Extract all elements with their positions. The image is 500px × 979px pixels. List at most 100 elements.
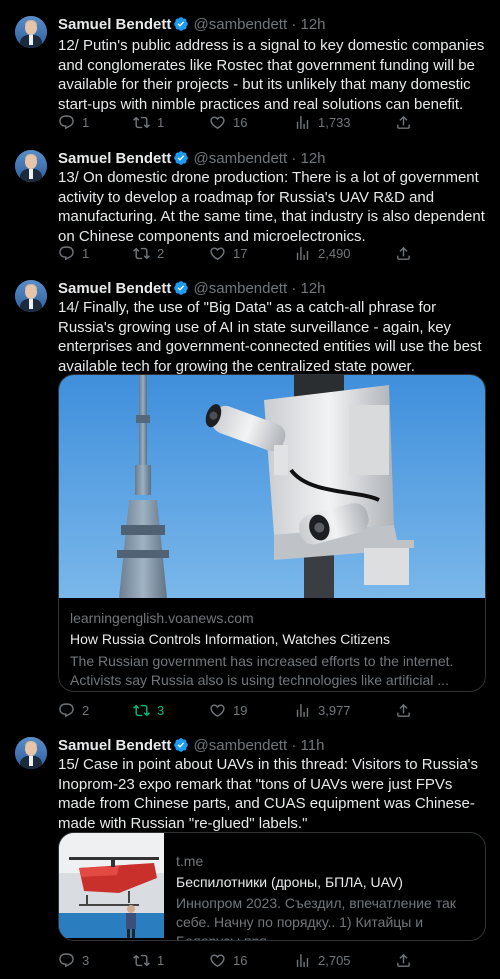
retweet-icon <box>133 245 150 262</box>
tweet-text: 15/ Case in point about UAVs in this thr… <box>58 756 479 832</box>
like-icon <box>209 702 226 719</box>
reply-button[interactable]: 3 <box>58 950 89 970</box>
retweet-count: 2 <box>157 245 165 261</box>
dot-separator: · <box>287 150 301 167</box>
retweet-button[interactable]: 1 <box>133 950 164 970</box>
card-image <box>59 833 164 938</box>
share-button[interactable] <box>395 243 412 263</box>
author-name[interactable]: Samuel Bendett <box>58 280 171 297</box>
verified-icon <box>173 150 189 166</box>
views-icon <box>294 114 311 131</box>
retweet-count: 3 <box>157 702 165 718</box>
tweet-header: Samuel Bendett @sambendett · 11h <box>58 736 324 756</box>
views-count: 1,733 <box>318 114 351 130</box>
avatar[interactable] <box>15 737 47 769</box>
verified-icon <box>173 737 189 753</box>
tweet-header: Samuel Bendett @sambendett · 12h <box>58 15 326 35</box>
card-description: The Russian government has increased eff… <box>70 653 454 688</box>
views-count: 2,705 <box>318 952 351 968</box>
like-button[interactable]: 19 <box>209 700 247 720</box>
author-name[interactable]: Samuel Bendett <box>58 150 171 167</box>
tweet-time[interactable]: 12h <box>301 150 326 167</box>
views-button[interactable]: 2,490 <box>294 243 351 263</box>
link-card[interactable]: t.me Беспилотники (дроны, БПЛА, UAV) Инн… <box>58 832 486 941</box>
reply-icon <box>58 114 75 131</box>
views-button[interactable]: 2,705 <box>294 950 351 970</box>
tweet-text: 13/ On domestic drone production: There … <box>58 169 485 245</box>
share-icon <box>395 114 412 131</box>
like-count: 17 <box>233 245 248 261</box>
reply-icon <box>58 702 75 719</box>
reply-icon <box>58 952 75 969</box>
reply-button[interactable]: 1 <box>58 112 89 132</box>
tweet-text: 12/ Putin's public address is a signal t… <box>58 37 485 113</box>
tweet-actions: 1 2 17 2,490 <box>58 243 418 263</box>
share-icon <box>395 245 412 262</box>
card-domain: learningenglish.voanews.com <box>70 610 254 626</box>
like-button[interactable]: 16 <box>209 112 247 132</box>
tweet-time[interactable]: 11h <box>301 737 325 754</box>
tweet-header: Samuel Bendett @sambendett · 12h <box>58 149 326 169</box>
tweet-time[interactable]: 12h <box>301 280 326 297</box>
like-button[interactable]: 17 <box>209 243 247 263</box>
share-button[interactable] <box>395 112 412 132</box>
like-icon <box>209 952 226 969</box>
views-button[interactable]: 1,733 <box>294 112 351 132</box>
like-icon <box>209 114 226 131</box>
retweet-count: 1 <box>157 114 165 130</box>
card-domain: t.me <box>176 853 204 869</box>
tweet-actions: 3 1 16 2,705 <box>58 950 418 970</box>
views-icon <box>294 702 311 719</box>
reply-count: 2 <box>82 702 90 718</box>
card-title: How Russia Controls Information, Watches… <box>70 631 391 647</box>
views-icon <box>294 245 311 262</box>
verified-icon <box>173 16 189 32</box>
tweet-actions: 1 1 16 1,733 <box>58 112 418 132</box>
author-name[interactable]: Samuel Bendett <box>58 16 171 33</box>
share-icon <box>395 952 412 969</box>
retweet-button[interactable]: 1 <box>133 112 164 132</box>
dot-separator: · <box>287 280 301 297</box>
tweet-actions: 2 3 19 3,977 <box>58 700 418 720</box>
reply-icon <box>58 245 75 262</box>
dot-separator: · <box>287 16 301 33</box>
reply-count: 1 <box>82 114 90 130</box>
retweet-icon <box>133 952 150 969</box>
link-card[interactable]: learningenglish.voanews.com How Russia C… <box>58 374 486 692</box>
like-count: 16 <box>233 952 248 968</box>
tweet-header: Samuel Bendett @sambendett · 12h <box>58 279 326 299</box>
avatar[interactable] <box>15 150 47 182</box>
dot-separator: · <box>287 737 301 754</box>
retweet-button[interactable]: 2 <box>133 243 164 263</box>
reply-button[interactable]: 1 <box>58 243 89 263</box>
reply-count: 1 <box>82 245 90 261</box>
author-handle[interactable]: @sambendett <box>194 737 288 754</box>
retweet-icon <box>133 114 150 131</box>
share-button[interactable] <box>395 700 412 720</box>
like-count: 16 <box>233 114 248 130</box>
reply-button[interactable]: 2 <box>58 700 89 720</box>
avatar[interactable] <box>15 280 47 312</box>
retweet-icon <box>133 702 150 719</box>
author-name[interactable]: Samuel Bendett <box>58 737 171 754</box>
views-icon <box>294 952 311 969</box>
author-handle[interactable]: @sambendett <box>194 280 288 297</box>
tweet-text: 14/ Finally, the use of "Big Data" as a … <box>58 299 482 375</box>
verified-icon <box>173 280 189 296</box>
card-description: Иннопром 2023. Съездил, впечатление так … <box>176 895 456 941</box>
author-handle[interactable]: @sambendett <box>194 16 288 33</box>
author-handle[interactable]: @sambendett <box>194 150 288 167</box>
retweet-button[interactable]: 3 <box>133 700 164 720</box>
share-button[interactable] <box>395 950 412 970</box>
views-button[interactable]: 3,977 <box>294 700 351 720</box>
card-image <box>59 375 485 598</box>
reply-count: 3 <box>82 952 90 968</box>
like-button[interactable]: 16 <box>209 950 247 970</box>
card-title: Беспилотники (дроны, БПЛА, UAV) <box>176 874 403 890</box>
like-icon <box>209 245 226 262</box>
tweet-time[interactable]: 12h <box>301 16 326 33</box>
views-count: 3,977 <box>318 702 351 718</box>
retweet-count: 1 <box>157 952 165 968</box>
share-icon <box>395 702 412 719</box>
avatar[interactable] <box>15 16 47 48</box>
